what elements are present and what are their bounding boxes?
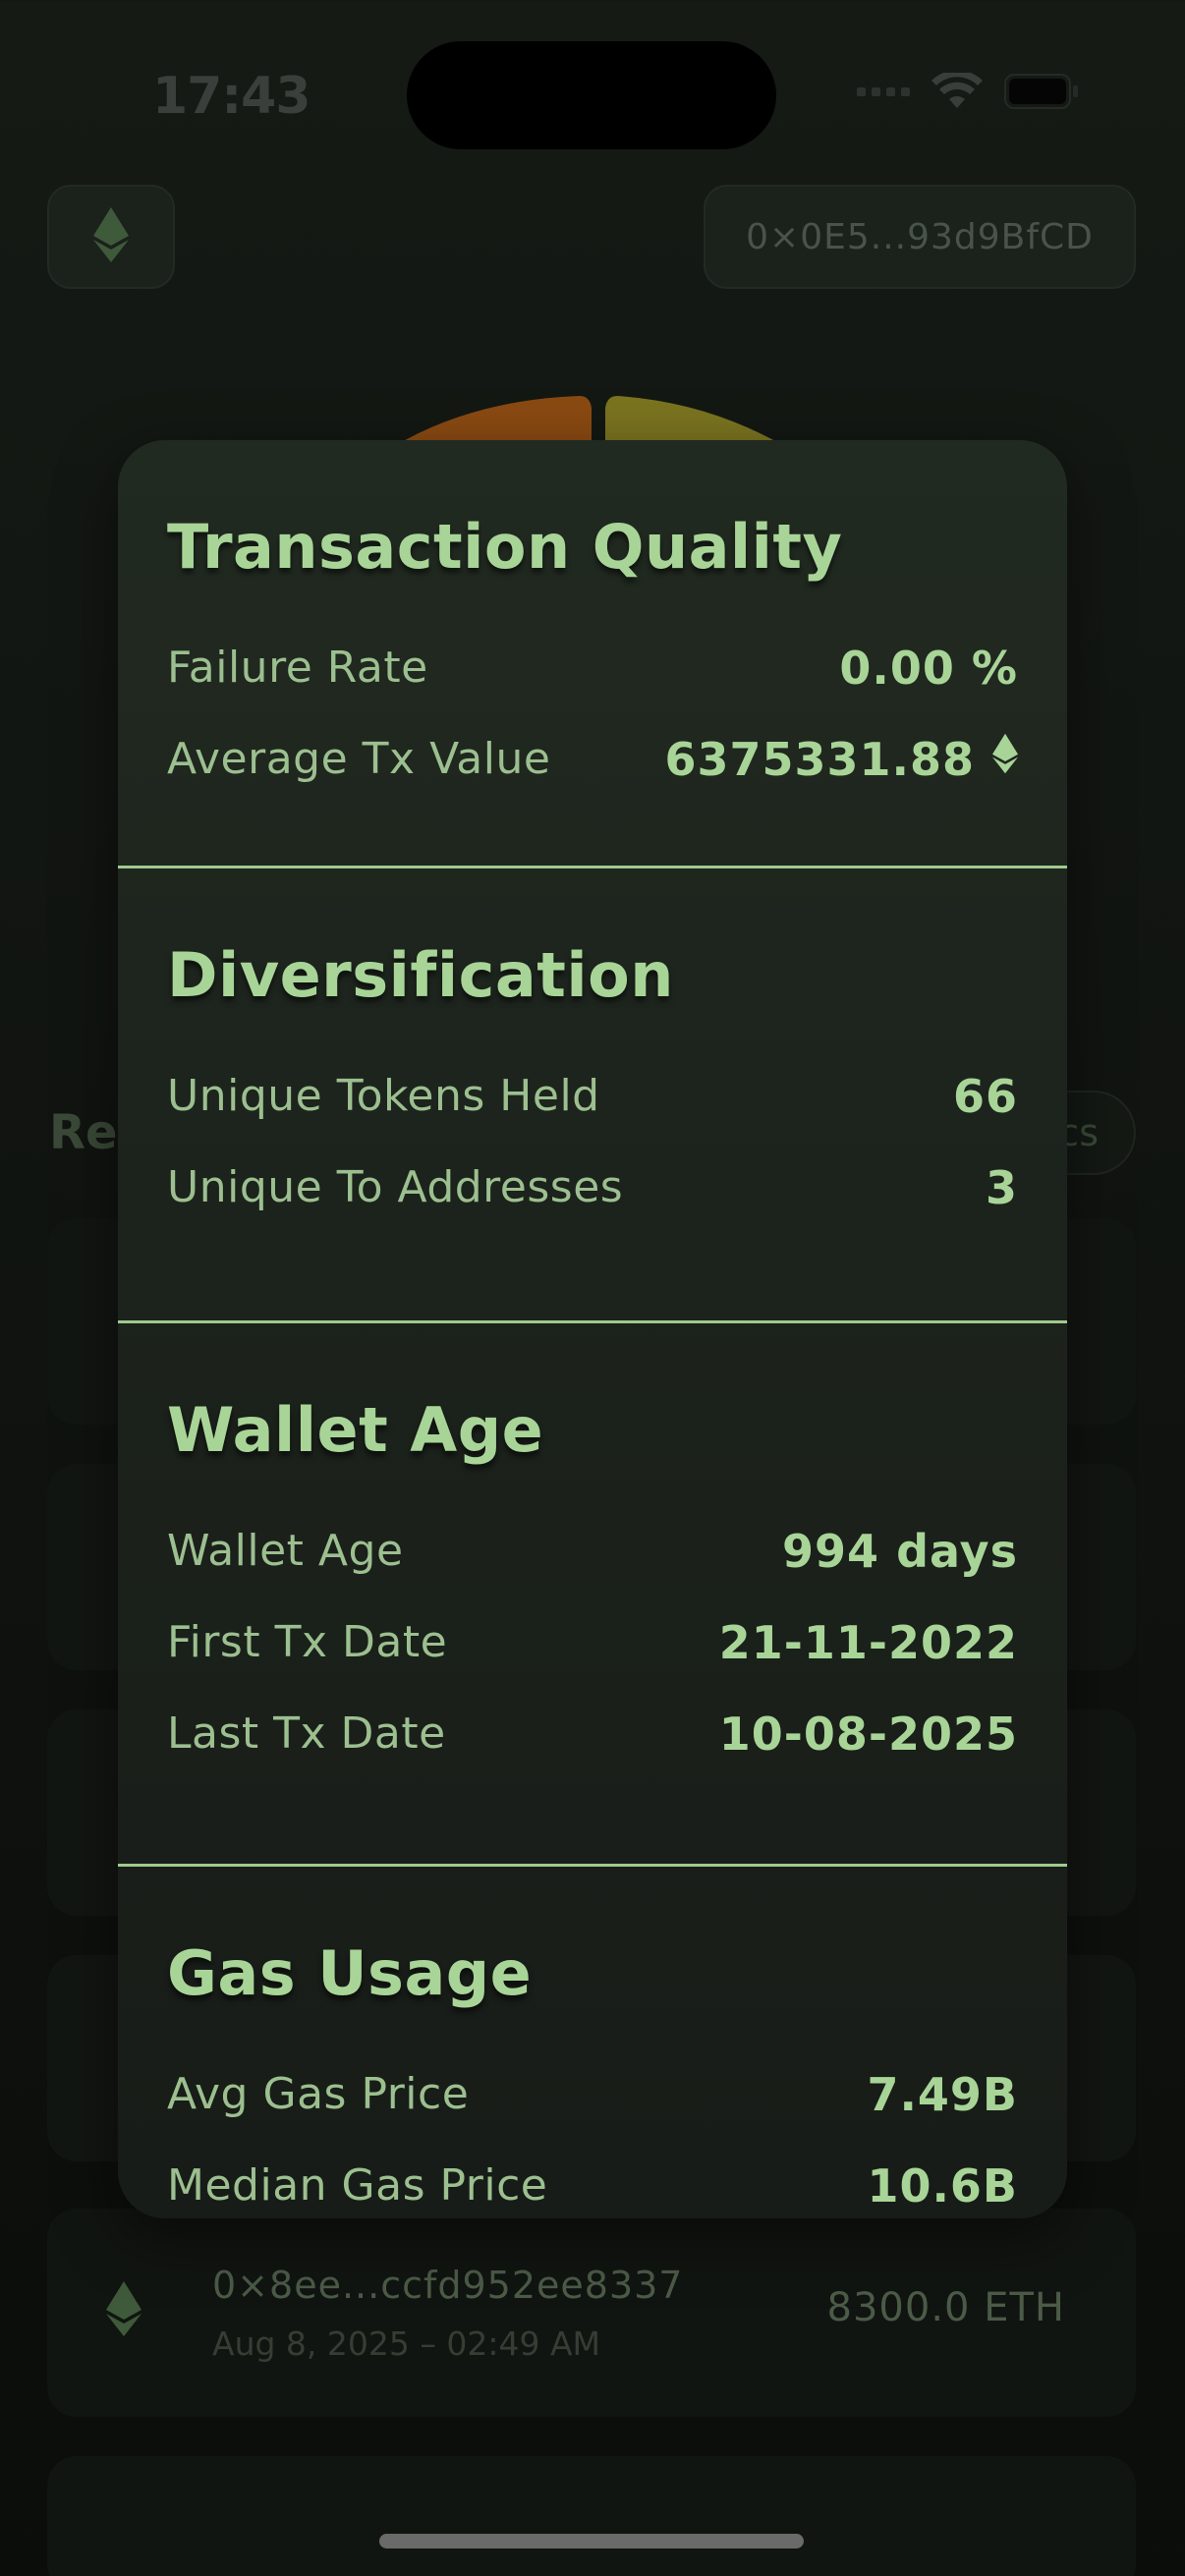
metric-row: Average Tx Value 6375331.88 [167,713,1018,805]
status-icons [857,73,1079,110]
metric-row: Last Tx Date 10-08-2025 [167,1688,1018,1779]
metric-row: Unique To Addresses 3 [167,1142,1018,1233]
metric-label: Unique To Addresses [167,1162,624,1212]
ethereum-icon [106,2281,141,2340]
dynamic-island [407,41,776,149]
transaction-quality-section: Transaction Quality Failure Rate 0.00 % … [118,440,1067,866]
metric-value: 10.6B [867,2158,1018,2212]
section-title: Transaction Quality [167,511,843,583]
section-title: Wallet Age [167,1394,544,1466]
metric-label: Unique Tokens Held [167,1071,600,1121]
wifi-icon [931,73,983,110]
metric-value: 10-08-2025 [718,1707,1018,1761]
metric-label: Failure Rate [167,643,428,693]
metric-row: Failure Rate 0.00 % [167,622,1018,713]
metric-row: Unique Tokens Held 66 [167,1050,1018,1142]
metric-label: Last Tx Date [167,1708,446,1759]
wallet-age-section: Wallet Age Wallet Age 994 days First Tx … [118,1323,1067,1864]
metric-label: Average Tx Value [167,734,551,784]
ethereum-icon [992,732,1018,786]
transaction-row[interactable]: 0×8ee...ccfd952ee8337 Aug 8, 2025 – 02:4… [47,2209,1136,2417]
status-time: 17:43 [152,67,311,126]
metric-row: Median Gas Price 10.6B [167,2140,1018,2218]
metric-value: 3 [985,1160,1018,1214]
wallet-metrics-popover: Transaction Quality Failure Rate 0.00 % … [118,440,1067,2218]
metric-row: First Tx Date 21-11-2022 [167,1596,1018,1688]
metric-label: Wallet Age [167,1526,404,1576]
metric-row: Avg Gas Price 7.49B [167,2048,1018,2140]
score-gauge [393,396,786,447]
metric-label: First Tx Date [167,1617,448,1667]
diversification-section: Diversification Unique Tokens Held 66 Un… [118,868,1067,1320]
section-title: Gas Usage [167,1937,533,2009]
transaction-amount: 8300.0 ETH [826,2285,1065,2330]
section-title: Diversification [167,939,674,1011]
ethereum-icon [93,207,129,266]
metric-value: 994 days [782,1524,1018,1578]
battery-icon [1004,74,1079,109]
metric-row: Wallet Age 994 days [167,1505,1018,1596]
metric-value: 21-11-2022 [718,1615,1018,1669]
transaction-date: Aug 8, 2025 – 02:49 AM [212,2324,601,2363]
metric-value: 0.00 % [839,641,1018,695]
recent-section-title: Re [49,1105,118,1160]
metric-label: Median Gas Price [167,2160,548,2211]
signal-icon [857,86,910,96]
metric-value: 6375331.88 [664,732,975,786]
metric-value: 7.49B [867,2067,1018,2121]
metric-value-wrapper: 6375331.88 [664,732,1018,786]
metric-value: 66 [952,1069,1018,1123]
wallet-address-button[interactable]: 0×0E5...93d9BfCD [704,185,1136,289]
gas-usage-section: Gas Usage Avg Gas Price 7.49B Median Gas… [118,1867,1067,2218]
metric-label: Avg Gas Price [167,2069,470,2119]
home-indicator[interactable] [379,2534,804,2548]
transaction-row[interactable] [47,2456,1136,2576]
transaction-address: 0×8ee...ccfd952ee8337 [212,2264,684,2307]
network-button[interactable] [47,185,175,289]
